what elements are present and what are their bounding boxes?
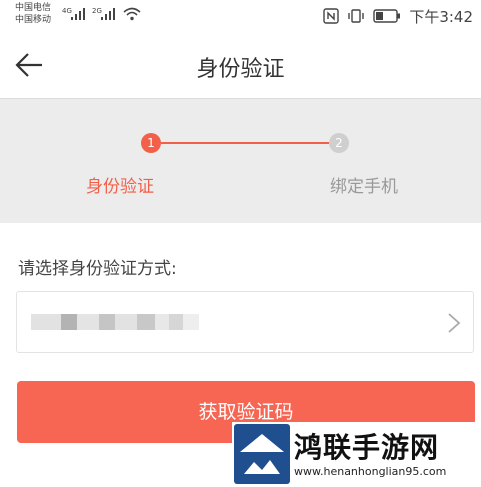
status-bar: 中国电信 中国移动 4G 2G 下午3:42 bbox=[0, 0, 481, 32]
watermark: 鸿联手游网 www.henanhonglian95.com bbox=[232, 422, 481, 487]
clock: 下午3:42 bbox=[409, 7, 473, 26]
carrier-info: 中国电信 中国移动 bbox=[15, 2, 51, 26]
step-2-dot: 2 bbox=[329, 133, 349, 153]
step-2-label: 绑定手机 bbox=[330, 177, 398, 197]
net-label-2: 2G bbox=[92, 7, 102, 15]
page-title: 身份验证 bbox=[196, 57, 285, 82]
verify-method-prompt: 请选择身份验证方式: bbox=[18, 259, 177, 279]
step-indicator: 1 2 身份验证 绑定手机 bbox=[0, 99, 481, 223]
nav-bar: 身份验证 bbox=[0, 32, 481, 99]
step-1-label: 身份验证 bbox=[86, 177, 154, 197]
watermark-name: 鸿联手游网 bbox=[294, 431, 440, 464]
signal-4g-icon: 4G bbox=[62, 7, 85, 20]
wifi-icon bbox=[123, 7, 141, 21]
vibrate-icon bbox=[348, 9, 365, 23]
watermark-url: www.henanhonglian95.com bbox=[294, 465, 447, 478]
verify-method-select[interactable] bbox=[16, 291, 474, 353]
carrier-2: 中国移动 bbox=[15, 15, 52, 25]
masked-value bbox=[31, 314, 199, 330]
chevron-right-icon bbox=[448, 313, 461, 333]
status-right: 下午3:42 bbox=[323, 6, 473, 26]
battery-icon bbox=[373, 9, 401, 23]
nfc-icon bbox=[323, 8, 340, 24]
carrier-1: 中国电信 bbox=[15, 3, 52, 13]
step-1-dot: 1 bbox=[141, 133, 161, 153]
net-label-1: 4G bbox=[62, 7, 72, 15]
step-connector bbox=[161, 142, 329, 144]
watermark-logo bbox=[234, 424, 290, 484]
signal-2g-icon: 2G bbox=[92, 7, 115, 20]
